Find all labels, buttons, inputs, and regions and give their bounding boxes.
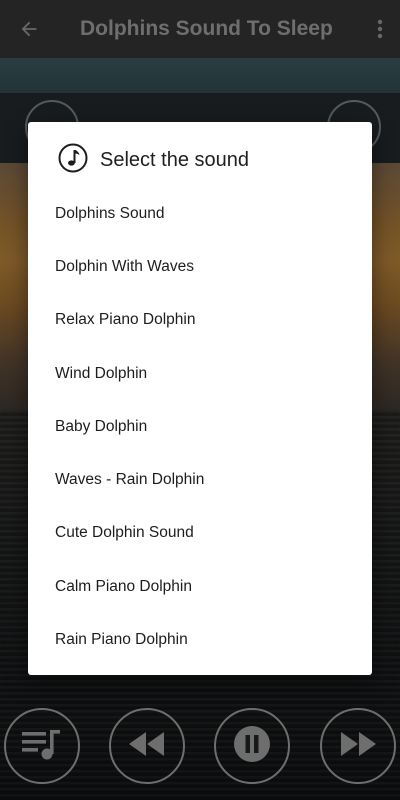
sound-list: Dolphins Sound Dolphin With Waves Relax … (28, 187, 372, 667)
dialog-header: Select the sound (58, 143, 249, 178)
music-note-icon (58, 143, 88, 178)
sound-option-calm-piano-dolphin[interactable]: Calm Piano Dolphin (28, 560, 372, 613)
sound-option-dolphin-with-waves[interactable]: Dolphin With Waves (28, 240, 372, 293)
sound-option-dolphins-sound[interactable]: Dolphins Sound (28, 187, 372, 240)
sound-option-cute-dolphin-sound[interactable]: Cute Dolphin Sound (28, 507, 372, 560)
sound-option-relax-piano-dolphin[interactable]: Relax Piano Dolphin (28, 294, 372, 347)
dialog-title: Select the sound (100, 148, 249, 171)
sound-option-rain-piano-dolphin[interactable]: Rain Piano Dolphin (28, 613, 372, 666)
sound-option-baby-dolphin[interactable]: Baby Dolphin (28, 400, 372, 453)
select-sound-dialog: Select the sound Dolphins Sound Dolphin … (28, 122, 372, 675)
sound-option-waves-rain-dolphin[interactable]: Waves - Rain Dolphin (28, 453, 372, 506)
sound-option-wind-dolphin[interactable]: Wind Dolphin (28, 347, 372, 400)
